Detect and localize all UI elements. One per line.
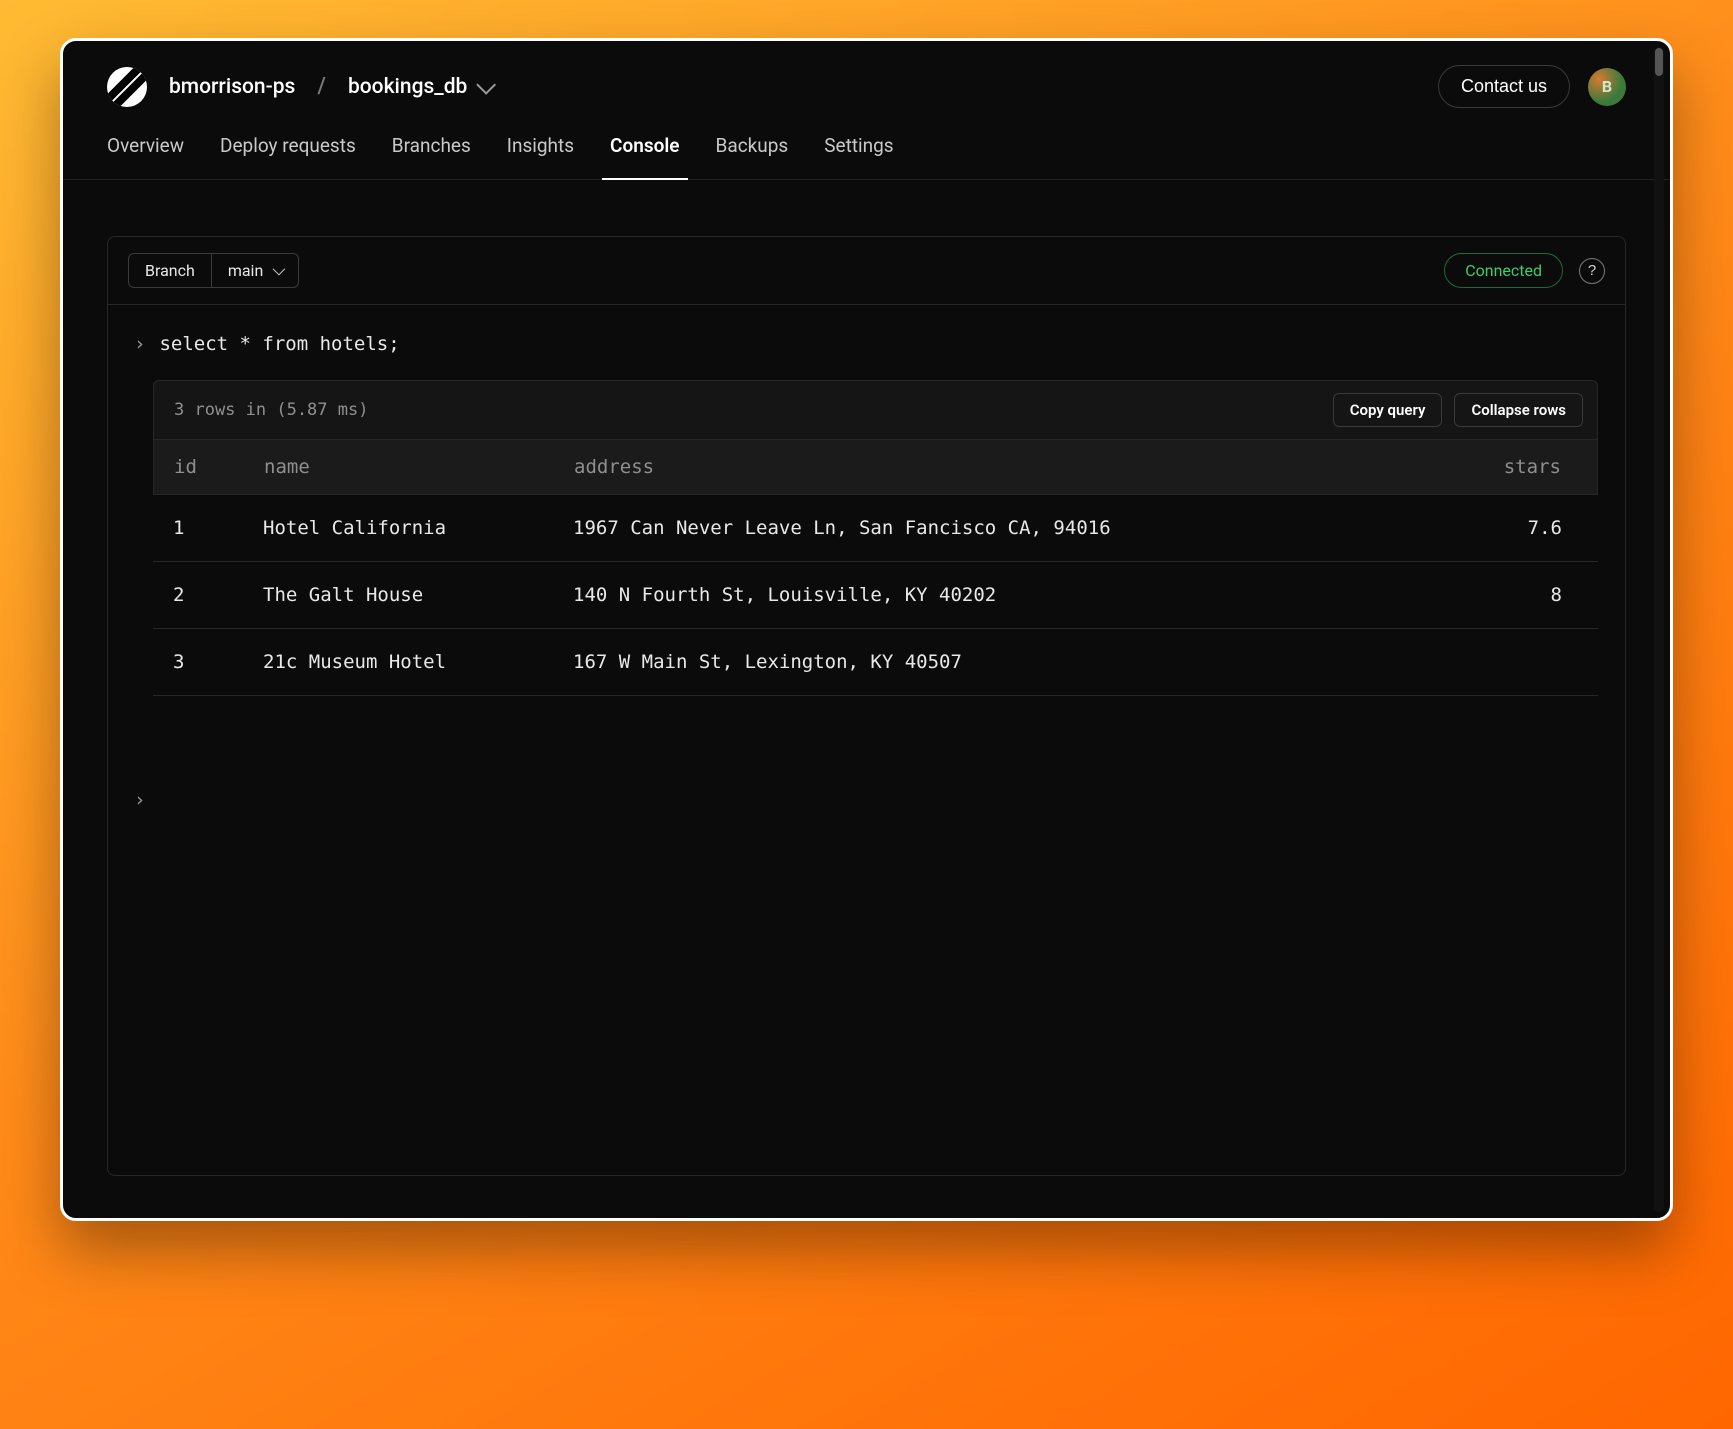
cell-address: 1967 Can Never Leave Ln, San Fancisco CA… — [573, 517, 1478, 539]
col-header-id: id — [174, 456, 264, 478]
avatar[interactable]: B — [1588, 68, 1626, 106]
col-header-name: name — [264, 456, 574, 478]
app-window: bmorrison-ps / bookings_db Contact us B … — [60, 38, 1673, 1221]
breadcrumb-db-label: bookings_db — [348, 75, 467, 99]
tab-settings[interactable]: Settings — [824, 134, 893, 179]
cell-stars: 7.6 — [1478, 517, 1578, 539]
connection-status-badge: Connected — [1444, 253, 1563, 288]
col-header-address: address — [574, 456, 1477, 478]
tab-console[interactable]: Console — [610, 134, 679, 179]
console-toolbar: Branch main Connected ? — [108, 237, 1625, 305]
result-meta-text: 3 rows in (5.87 ms) — [174, 400, 368, 420]
prompt-caret-icon: › — [134, 789, 145, 811]
cell-stars: 8 — [1478, 584, 1578, 606]
col-header-stars: stars — [1477, 456, 1577, 478]
desktop-background: bmorrison-ps / bookings_db Contact us B … — [0, 0, 1733, 1429]
breadcrumb: bmorrison-ps / bookings_db — [107, 67, 491, 107]
help-button[interactable]: ? — [1579, 258, 1605, 284]
app-logo-icon[interactable] — [107, 67, 147, 107]
branch-selector-label: Branch — [129, 254, 212, 287]
cell-id: 1 — [173, 517, 263, 539]
cell-address: 167 W Main St, Lexington, KY 40507 — [573, 651, 1478, 673]
copy-query-button[interactable]: Copy query — [1333, 393, 1443, 427]
table-row: 3 21c Museum Hotel 167 W Main St, Lexing… — [153, 629, 1598, 696]
branch-selector-value: main — [212, 254, 298, 287]
collapse-rows-button[interactable]: Collapse rows — [1454, 393, 1583, 427]
tab-backups[interactable]: Backups — [716, 134, 789, 179]
console-panel-wrap: Branch main Connected ? — [63, 180, 1670, 1218]
tab-overview[interactable]: Overview — [107, 134, 184, 179]
executed-query-text: select * from hotels; — [159, 333, 399, 355]
console-panel: Branch main Connected ? — [107, 236, 1626, 1176]
breadcrumb-org[interactable]: bmorrison-ps — [169, 75, 295, 99]
cell-name: The Galt House — [263, 584, 573, 606]
chevron-down-icon — [477, 74, 497, 94]
result-actions: Copy query Collapse rows — [1333, 393, 1583, 427]
breadcrumb-db[interactable]: bookings_db — [348, 75, 491, 99]
contact-us-button[interactable]: Contact us — [1438, 65, 1570, 108]
console-toolbar-right: Connected ? — [1444, 253, 1605, 288]
cell-stars — [1478, 651, 1578, 673]
chevron-down-icon — [273, 263, 286, 276]
tab-insights[interactable]: Insights — [507, 134, 574, 179]
app-header: bmorrison-ps / bookings_db Contact us B — [63, 41, 1670, 108]
cell-address: 140 N Fourth St, Louisville, KY 40202 — [573, 584, 1478, 606]
nav-tabs: Overview Deploy requests Branches Insigh… — [63, 108, 1670, 180]
sql-prompt[interactable]: › — [134, 789, 1599, 811]
cell-id: 2 — [173, 584, 263, 606]
help-icon: ? — [1588, 262, 1596, 279]
cell-name: Hotel California — [263, 517, 573, 539]
console-body: › select * from hotels; 3 rows in (5.87 … — [108, 305, 1625, 839]
query-result-block: 3 rows in (5.87 ms) Copy query Collapse … — [152, 379, 1599, 697]
branch-selector[interactable]: Branch main — [128, 253, 299, 288]
table-row: 2 The Galt House 140 N Fourth St, Louisv… — [153, 562, 1598, 629]
result-table-header: id name address stars — [153, 440, 1598, 495]
tab-deploy-requests[interactable]: Deploy requests — [220, 134, 356, 179]
breadcrumb-separator: / — [317, 74, 326, 99]
cell-name: 21c Museum Hotel — [263, 651, 573, 673]
table-row: 1 Hotel California 1967 Can Never Leave … — [153, 495, 1598, 562]
tab-branches[interactable]: Branches — [392, 134, 471, 179]
header-actions: Contact us B — [1438, 65, 1626, 108]
breadcrumb-org-label: bmorrison-ps — [169, 75, 295, 99]
branch-name-text: main — [228, 261, 263, 280]
prompt-caret-icon: › — [134, 333, 145, 355]
executed-query-line: › select * from hotels; — [134, 333, 1599, 355]
avatar-initial: B — [1602, 77, 1612, 96]
cell-id: 3 — [173, 651, 263, 673]
result-header: 3 rows in (5.87 ms) Copy query Collapse … — [153, 380, 1598, 440]
